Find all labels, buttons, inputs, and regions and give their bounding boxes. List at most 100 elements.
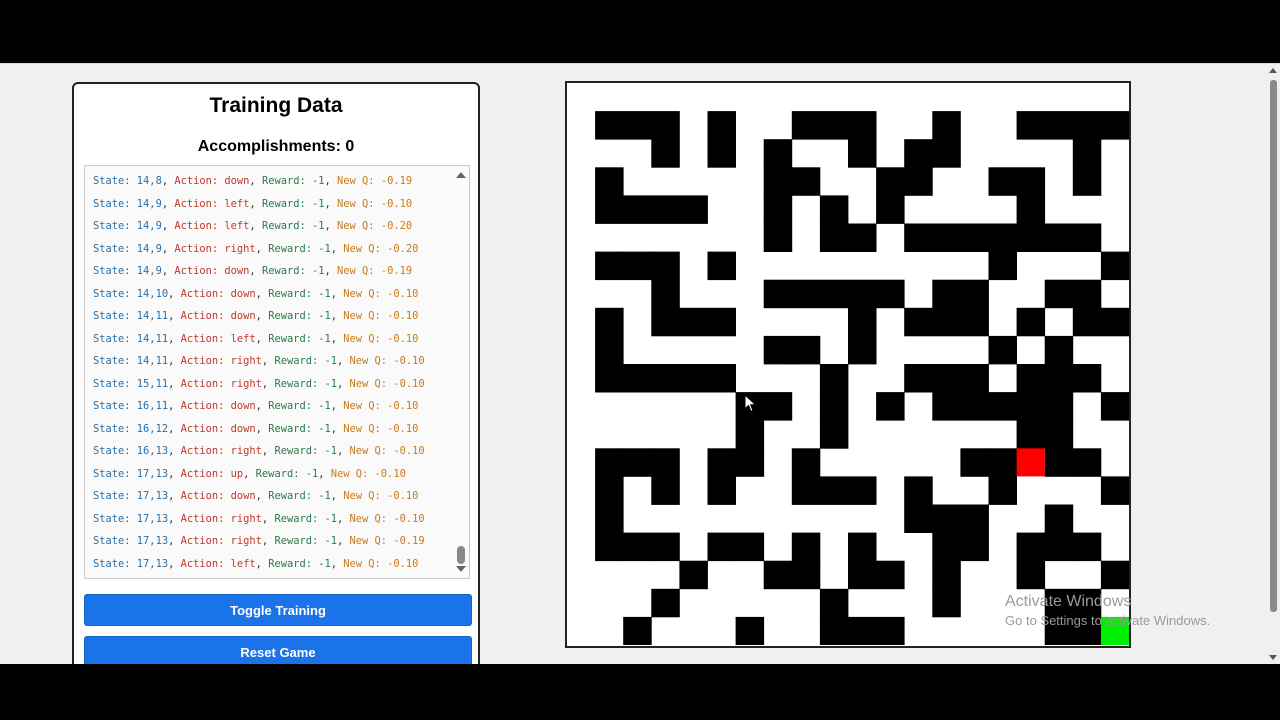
log-scroll-thumb[interactable]: [457, 546, 465, 564]
page-scrollbar[interactable]: [1266, 64, 1280, 664]
log-newq-value: -0.10: [380, 197, 413, 210]
maze-wall: [819, 195, 849, 224]
log-state-value: 17,13: [136, 512, 169, 525]
log-entry: State: 17,13, Action: down, Reward: -1, …: [93, 485, 451, 508]
log-reward-value: -1: [311, 197, 325, 210]
log-action-value: down: [230, 490, 256, 502]
log-state-label: State:: [93, 490, 137, 502]
log-sep: ,: [255, 422, 269, 435]
maze-wall: [1016, 532, 1046, 562]
log-action-label: Action:: [180, 400, 231, 412]
log-sep: ,: [249, 175, 262, 187]
maze-wall: [651, 476, 680, 505]
log-sep: ,: [255, 332, 269, 345]
log-reward-value: -1: [311, 265, 325, 277]
maze-wall: [1016, 195, 1046, 224]
log-sep: ,: [261, 512, 275, 525]
maze-wall: [1100, 251, 1129, 281]
scroll-down-arrow-icon[interactable]: [456, 566, 466, 572]
log-action-value: right: [224, 242, 256, 255]
log-newq-value: -0.10: [387, 490, 419, 502]
page-scroll-up-icon[interactable]: [1269, 68, 1277, 73]
maze-wall: [960, 532, 989, 562]
log-reward-label: Reward:: [268, 422, 319, 435]
log-newq-label: New Q:: [343, 332, 388, 345]
maze-wall: [707, 139, 736, 168]
maze-wall: [707, 476, 736, 505]
maze-wall: [988, 392, 1017, 421]
log-sep: ,: [337, 512, 350, 525]
log-state-label: State:: [93, 445, 137, 457]
log-sep: ,: [168, 445, 181, 457]
maze-wall: [1016, 364, 1046, 393]
log-newq-value: -0.10: [393, 512, 425, 525]
log-reward-value: -1: [318, 422, 331, 435]
toggle-training-button[interactable]: Toggle Training: [84, 594, 472, 626]
log-sep: ,: [168, 377, 181, 390]
log-newq-label: New Q:: [343, 400, 388, 412]
maze-wall: [679, 307, 708, 337]
log-state-value: 14,10: [136, 287, 169, 300]
log-entry: State: 16,13, Action: right, Reward: -1,…: [93, 440, 451, 463]
log-state-label: State:: [93, 512, 137, 525]
log-sep: ,: [255, 400, 269, 412]
log-action-label: Action:: [180, 535, 231, 547]
log-sep: ,: [161, 265, 175, 277]
maze-wall: [791, 532, 821, 562]
log-reward-value: -1: [318, 557, 331, 570]
maze-wall: [848, 335, 877, 365]
maze-wall: [848, 616, 877, 645]
accomplishments-label: Accomplishments:: [197, 138, 341, 155]
maze-wall: [595, 532, 624, 562]
log-action-value: down: [224, 175, 250, 187]
log-action-value: up: [230, 467, 244, 480]
maze-wall: [595, 167, 624, 196]
reset-game-button[interactable]: Reset Game: [84, 636, 472, 664]
log-sep: ,: [337, 535, 350, 547]
maze-wall: [819, 364, 849, 393]
maze-wall: [763, 223, 793, 252]
log-sep: ,: [255, 490, 269, 502]
maze-wall: [763, 167, 793, 196]
maze-grid: [567, 83, 1129, 645]
maze-wall: [848, 476, 877, 505]
maze-wall: [763, 195, 793, 224]
training-log[interactable]: State: 14,8, Action: down, Reward: -1, N…: [84, 165, 470, 579]
log-action-value: right: [230, 512, 262, 525]
maze-wall: [1016, 111, 1046, 140]
maze-wall: [707, 364, 736, 393]
log-newq-value: -0.20: [387, 242, 419, 255]
scroll-up-arrow-icon[interactable]: [456, 172, 466, 178]
log-sep: ,: [330, 400, 344, 412]
log-sep: ,: [249, 220, 262, 232]
log-state-value: 14,11: [136, 332, 169, 345]
page-scroll-down-icon[interactable]: [1269, 655, 1277, 660]
log-state-value: 17,13: [136, 490, 169, 502]
maze-wall: [651, 448, 680, 477]
log-action-value: left: [230, 557, 256, 570]
log-reward-value: -1: [318, 332, 331, 345]
maze-wall: [1072, 279, 1102, 309]
maze-wall: [651, 532, 680, 562]
activate-windows-watermark: Activate Windows Go to Settings to activ…: [1005, 592, 1210, 630]
log-state-label: State:: [93, 310, 137, 322]
log-newq-value: -0.10: [387, 557, 419, 570]
maze-wall: [1100, 476, 1129, 505]
log-reward-value: -1: [324, 355, 337, 367]
log-action-label: Action:: [180, 512, 231, 525]
log-reward-label: Reward:: [268, 400, 319, 412]
maze-wall: [707, 251, 736, 281]
maze-wall: [595, 476, 624, 505]
log-scrollbar[interactable]: [453, 166, 469, 578]
maze-wall: [651, 588, 680, 618]
maze-wall: [1100, 111, 1129, 140]
log-action-label: Action:: [180, 332, 231, 345]
maze-wall: [791, 560, 821, 590]
log-newq-value: -0.10: [393, 445, 425, 457]
log-action-label: Action:: [180, 310, 231, 322]
maze-board: [565, 81, 1131, 648]
maze-wall: [876, 279, 905, 309]
page-scroll-thumb[interactable]: [1270, 80, 1277, 612]
maze-wall: [932, 364, 961, 393]
maze-wall: [1016, 223, 1046, 252]
